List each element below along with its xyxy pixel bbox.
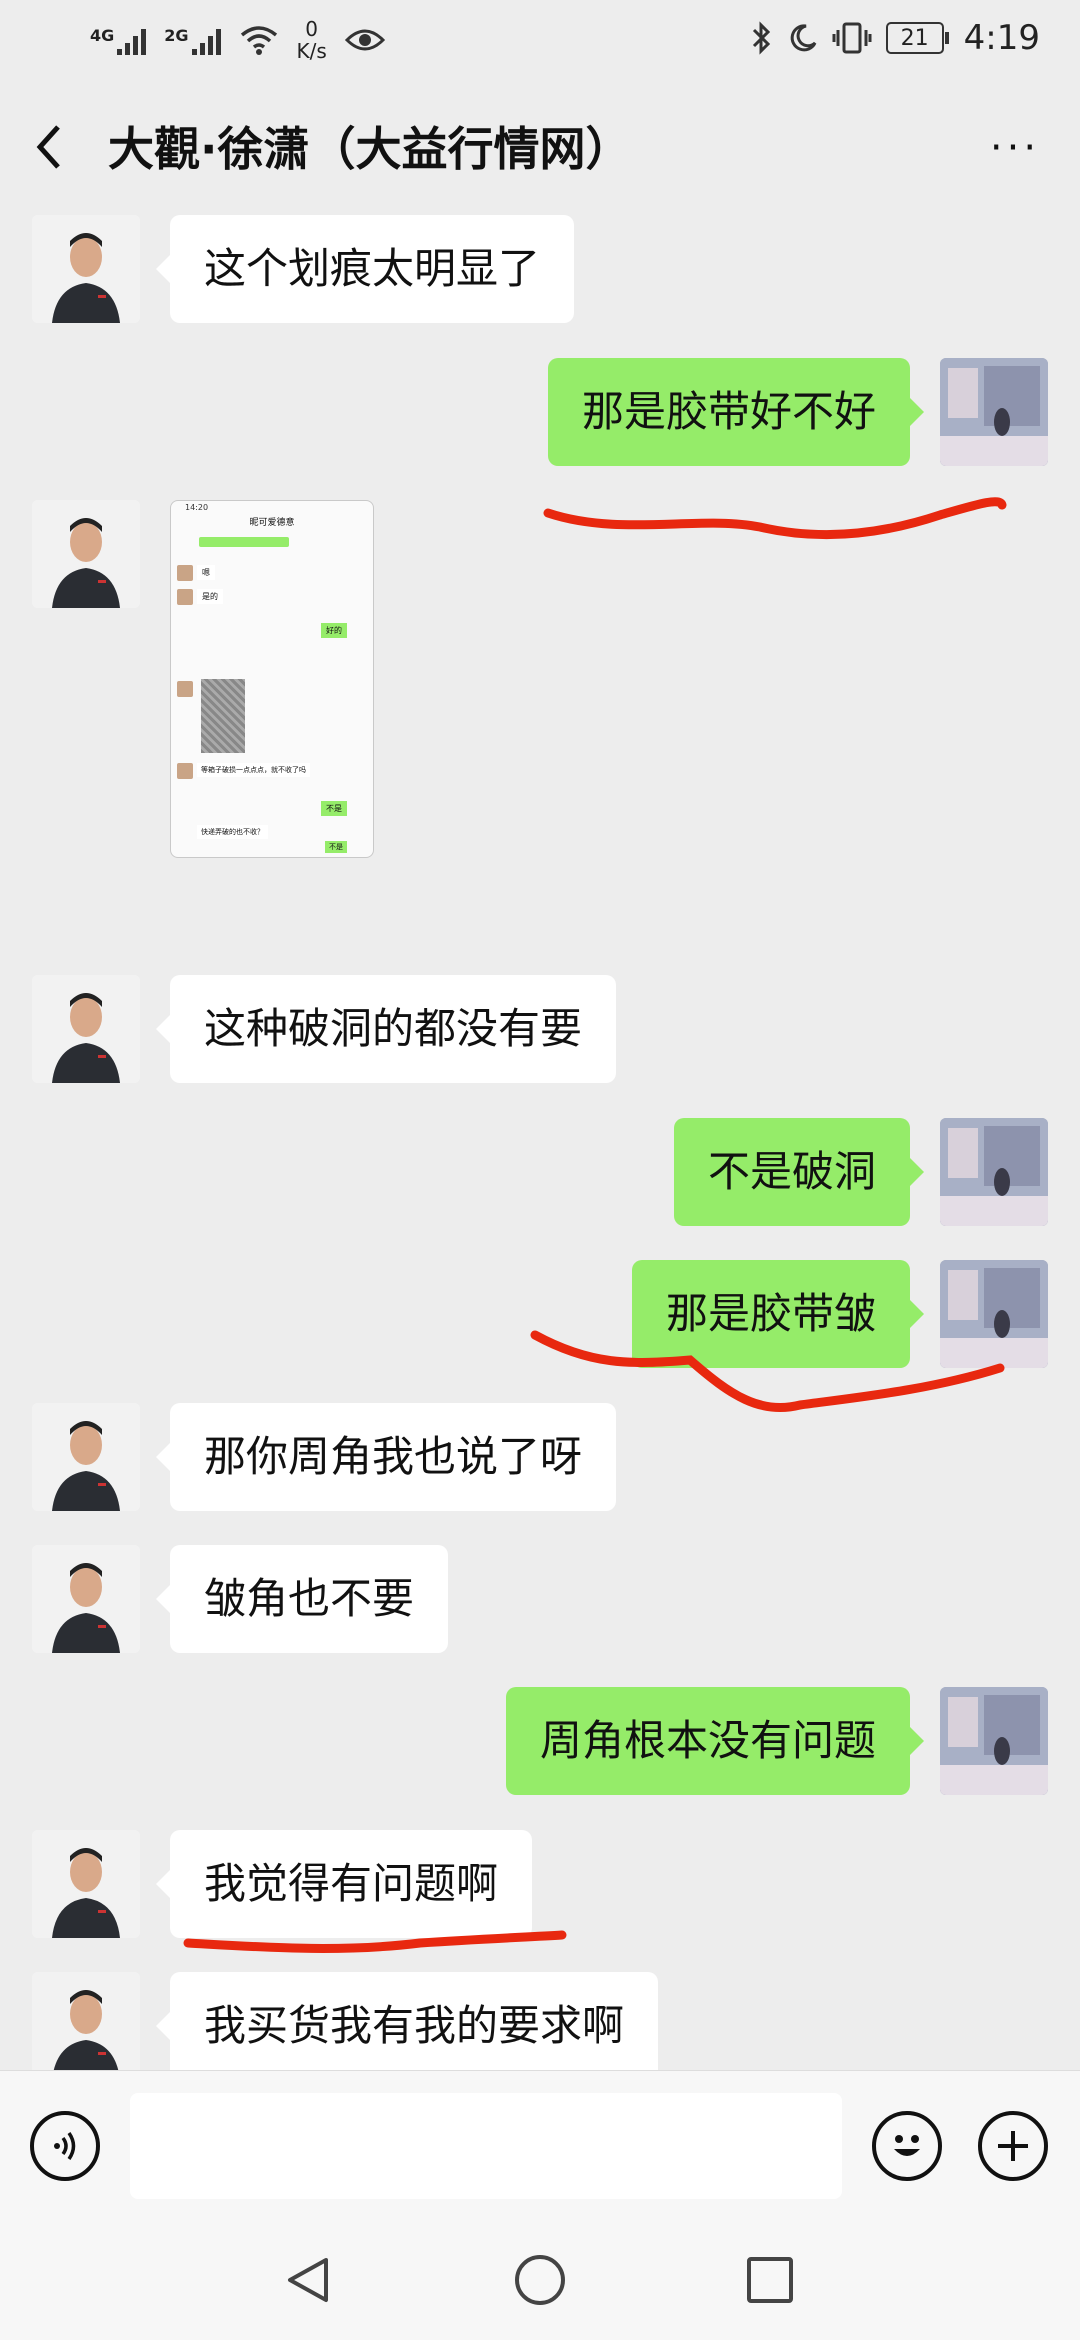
contact-avatar[interactable]: [32, 1972, 140, 2070]
speed-value: 0: [305, 17, 319, 41]
image-message-thumbnail[interactable]: 14:20 昵可爱德意 嗯 是的 好的 等箱子破损一点点点，就不收了吗 不是 快…: [170, 500, 374, 858]
message-bubble[interactable]: 我买货我有我的要求啊: [155, 1972, 659, 2070]
back-nav-icon[interactable]: [280, 2252, 336, 2308]
person-avatar-icon: [32, 1545, 140, 1653]
thumb-photo: [201, 679, 245, 753]
input-bar: [0, 2070, 1080, 2221]
thumb-msg: 不是: [325, 841, 347, 853]
thumb-msg: 不是: [321, 801, 347, 816]
message-input[interactable]: [130, 2093, 842, 2199]
thumb-bubble: [199, 537, 289, 547]
network-speed: 0 K/s: [297, 18, 327, 62]
contact-avatar[interactable]: [32, 1403, 140, 1511]
person-avatar-icon: [32, 1403, 140, 1511]
chat-title: 大觀·徐潇（大益行情网）: [108, 122, 632, 176]
signal-2g-icon: 2G: [164, 25, 221, 55]
contact-avatar[interactable]: [32, 975, 140, 1083]
contact-avatar[interactable]: [32, 1830, 140, 1938]
thumb-msg: 好的: [321, 623, 347, 638]
person-avatar-icon: [32, 215, 140, 323]
scenery-avatar-icon: [940, 1260, 1048, 1368]
wifi-icon: [240, 26, 277, 55]
chat-header: 大觀·徐潇（大益行情网） ···: [0, 85, 1080, 215]
emoji-icon: [894, 2135, 920, 2156]
person-avatar-icon: [32, 975, 140, 1083]
voice-icon: [54, 2132, 76, 2160]
contact-avatar[interactable]: [32, 500, 140, 608]
thumb-msg: 快递弄破的也不收？: [197, 825, 268, 839]
add-icon: [998, 2131, 1028, 2161]
add-button[interactable]: [978, 2111, 1048, 2181]
back-arrow-icon: [36, 125, 60, 169]
system-nav-bar: [0, 2220, 1080, 2340]
home-icon[interactable]: [512, 2252, 568, 2308]
person-avatar-icon: [32, 1830, 140, 1938]
my-avatar[interactable]: [940, 1260, 1048, 1368]
scenery-avatar-icon: [940, 1118, 1048, 1226]
thumb-avatar: [177, 681, 193, 697]
message-bubble[interactable]: 那你周角我也说了呀: [155, 1403, 617, 1511]
eye-icon: [344, 29, 385, 51]
emoji-button[interactable]: [872, 2111, 942, 2181]
battery-icon: 21: [885, 22, 949, 54]
message-bubble[interactable]: 皱角也不要: [155, 1545, 449, 1653]
thumb-avatar: [177, 565, 193, 581]
thumb-title: 昵可爱德意: [249, 518, 295, 528]
person-avatar-icon: [32, 1972, 140, 2070]
thumb-avatar: [177, 763, 193, 779]
status-bar: 4G 2G 0 K/s 21 4:19: [0, 0, 1080, 80]
thumb-status: 14:20: [185, 503, 209, 512]
chat-area[interactable]: 这个划痕太明显了 那是胶带好不好 14:20 昵可爱德意 嗯 是的 好的 等箱子…: [0, 215, 1080, 2070]
my-avatar[interactable]: [940, 1118, 1048, 1226]
bluetooth-icon: [752, 21, 770, 55]
message-bubble[interactable]: 周角根本没有问题: [505, 1687, 925, 1795]
back-button[interactable]: [28, 117, 88, 187]
thumb-msg: 等箱子破损一点点点，就不收了吗: [197, 763, 310, 777]
signal-4g-icon: 4G: [90, 25, 147, 55]
message-bubble[interactable]: 那是胶带好不好: [547, 358, 925, 466]
my-avatar[interactable]: [940, 1687, 1048, 1795]
vibrate-icon: [832, 22, 872, 54]
clock: 4:19: [963, 18, 1040, 58]
voice-button[interactable]: [30, 2111, 100, 2181]
thumb-avatar: [177, 589, 193, 605]
speed-unit: K/s: [296, 39, 327, 63]
contact-avatar[interactable]: [32, 1545, 140, 1653]
scenery-avatar-icon: [940, 358, 1048, 466]
scenery-avatar-icon: [940, 1687, 1048, 1795]
contact-avatar[interactable]: [32, 215, 140, 323]
message-bubble[interactable]: 那是胶带皱: [631, 1260, 925, 1368]
my-avatar[interactable]: [940, 358, 1048, 466]
annotation-underline-1: [543, 497, 1007, 540]
thumb-msg: 是的: [197, 589, 223, 604]
network-type-1: 4G: [90, 26, 115, 45]
message-bubble[interactable]: 我觉得有问题啊: [155, 1830, 533, 1938]
recents-icon[interactable]: [742, 2252, 798, 2308]
message-bubble[interactable]: 不是破洞: [673, 1118, 925, 1226]
battery-level: 21: [900, 25, 929, 51]
thumb-msg: 嗯: [197, 565, 215, 580]
moon-icon: [790, 24, 816, 52]
message-bubble[interactable]: 这种破洞的都没有要: [155, 975, 617, 1083]
person-avatar-icon: [32, 500, 140, 608]
network-type-2: 2G: [164, 26, 189, 45]
message-bubble[interactable]: 这个划痕太明显了: [155, 215, 575, 323]
more-button[interactable]: ···: [980, 125, 1050, 175]
